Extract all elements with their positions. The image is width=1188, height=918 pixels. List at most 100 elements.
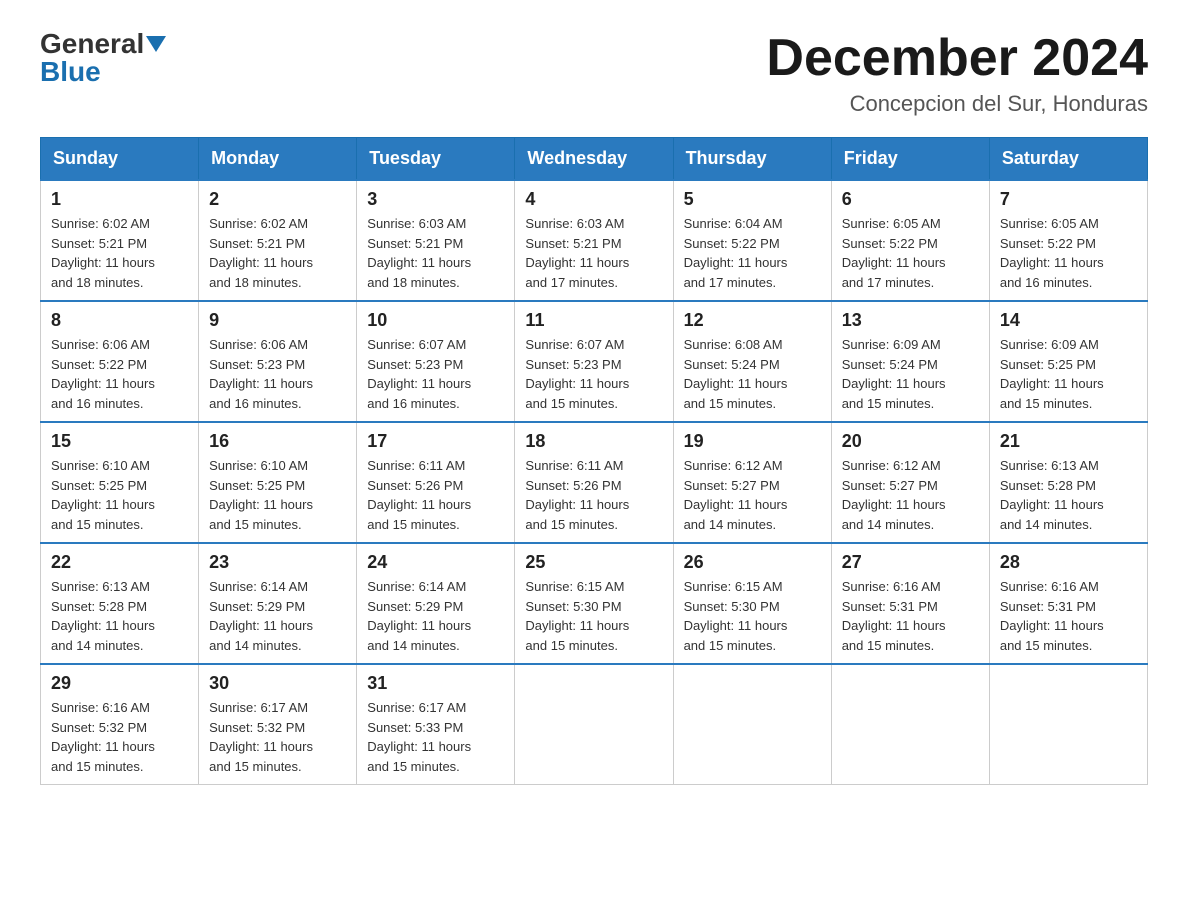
day-number: 30: [209, 673, 346, 694]
calendar-cell: 4 Sunrise: 6:03 AMSunset: 5:21 PMDaylight…: [515, 180, 673, 301]
calendar-cell: 24 Sunrise: 6:14 AMSunset: 5:29 PMDayligh…: [357, 543, 515, 664]
weekday-header-tuesday: Tuesday: [357, 138, 515, 181]
day-number: 18: [525, 431, 662, 452]
day-info: Sunrise: 6:05 AMSunset: 5:22 PMDaylight:…: [842, 214, 979, 292]
day-info: Sunrise: 6:16 AMSunset: 5:31 PMDaylight:…: [842, 577, 979, 655]
calendar-cell: 6 Sunrise: 6:05 AMSunset: 5:22 PMDaylight…: [831, 180, 989, 301]
calendar-cell: 29 Sunrise: 6:16 AMSunset: 5:32 PMDayligh…: [41, 664, 199, 785]
day-number: 29: [51, 673, 188, 694]
calendar-cell: 16 Sunrise: 6:10 AMSunset: 5:25 PMDayligh…: [199, 422, 357, 543]
day-number: 26: [684, 552, 821, 573]
day-info: Sunrise: 6:10 AMSunset: 5:25 PMDaylight:…: [209, 456, 346, 534]
day-info: Sunrise: 6:14 AMSunset: 5:29 PMDaylight:…: [209, 577, 346, 655]
day-number: 20: [842, 431, 979, 452]
day-info: Sunrise: 6:13 AMSunset: 5:28 PMDaylight:…: [51, 577, 188, 655]
day-number: 24: [367, 552, 504, 573]
calendar-cell: 10Sunrise: 6:07 AMSunset: 5:23 PMDayligh…: [357, 301, 515, 422]
calendar-cell: [831, 664, 989, 785]
weekday-header-thursday: Thursday: [673, 138, 831, 181]
calendar-cell: 9Sunrise: 6:06 AMSunset: 5:23 PMDaylight…: [199, 301, 357, 422]
page-header: General Blue December 2024 Concepcion de…: [40, 30, 1148, 117]
day-info: Sunrise: 6:03 AMSunset: 5:21 PMDaylight:…: [525, 214, 662, 292]
day-number: 27: [842, 552, 979, 573]
day-info: Sunrise: 6:14 AMSunset: 5:29 PMDaylight:…: [367, 577, 504, 655]
day-number: 4: [525, 189, 662, 210]
weekday-header-friday: Friday: [831, 138, 989, 181]
calendar-cell: 5 Sunrise: 6:04 AMSunset: 5:22 PMDaylight…: [673, 180, 831, 301]
logo-general: General: [40, 30, 144, 58]
day-number: 10: [367, 310, 504, 331]
weekday-header-row: SundayMondayTuesdayWednesdayThursdayFrid…: [41, 138, 1148, 181]
week-row-3: 15Sunrise: 6:10 AMSunset: 5:25 PMDayligh…: [41, 422, 1148, 543]
day-number: 13: [842, 310, 979, 331]
day-info: Sunrise: 6:10 AMSunset: 5:25 PMDaylight:…: [51, 456, 188, 534]
location-subtitle: Concepcion del Sur, Honduras: [766, 91, 1148, 117]
day-number: 12: [684, 310, 821, 331]
calendar-cell: 11 Sunrise: 6:07 AMSunset: 5:23 PMDayligh…: [515, 301, 673, 422]
calendar-cell: 8 Sunrise: 6:06 AMSunset: 5:22 PMDaylight…: [41, 301, 199, 422]
day-info: Sunrise: 6:12 AMSunset: 5:27 PMDaylight:…: [684, 456, 821, 534]
calendar-cell: [989, 664, 1147, 785]
calendar-table: SundayMondayTuesdayWednesdayThursdayFrid…: [40, 137, 1148, 785]
weekday-header-monday: Monday: [199, 138, 357, 181]
day-number: 19: [684, 431, 821, 452]
calendar-cell: 31 Sunrise: 6:17 AMSunset: 5:33 PMDayligh…: [357, 664, 515, 785]
day-info: Sunrise: 6:02 AMSunset: 5:21 PMDaylight:…: [51, 214, 188, 292]
day-info: Sunrise: 6:04 AMSunset: 5:22 PMDaylight:…: [684, 214, 821, 292]
day-number: 25: [525, 552, 662, 573]
day-info: Sunrise: 6:03 AMSunset: 5:21 PMDaylight:…: [367, 214, 504, 292]
day-info: Sunrise: 6:02 AMSunset: 5:21 PMDaylight:…: [209, 214, 346, 292]
day-info: Sunrise: 6:11 AMSunset: 5:26 PMDaylight:…: [525, 456, 662, 534]
day-number: 1: [51, 189, 188, 210]
day-info: Sunrise: 6:11 AMSunset: 5:26 PMDaylight:…: [367, 456, 504, 534]
day-number: 22: [51, 552, 188, 573]
weekday-header-wednesday: Wednesday: [515, 138, 673, 181]
calendar-cell: 25 Sunrise: 6:15 AMSunset: 5:30 PMDayligh…: [515, 543, 673, 664]
day-number: 3: [367, 189, 504, 210]
logo: General Blue: [40, 30, 166, 86]
calendar-cell: 18 Sunrise: 6:11 AMSunset: 5:26 PMDayligh…: [515, 422, 673, 543]
calendar-cell: 17 Sunrise: 6:11 AMSunset: 5:26 PMDayligh…: [357, 422, 515, 543]
day-number: 9: [209, 310, 346, 331]
calendar-cell: 27 Sunrise: 6:16 AMSunset: 5:31 PMDayligh…: [831, 543, 989, 664]
day-info: Sunrise: 6:17 AMSunset: 5:33 PMDaylight:…: [367, 698, 504, 776]
logo-blue: Blue: [40, 58, 101, 86]
calendar-cell: 7Sunrise: 6:05 AMSunset: 5:22 PMDaylight…: [989, 180, 1147, 301]
day-number: 7: [1000, 189, 1137, 210]
calendar-cell: 12 Sunrise: 6:08 AMSunset: 5:24 PMDayligh…: [673, 301, 831, 422]
calendar-cell: 30Sunrise: 6:17 AMSunset: 5:32 PMDayligh…: [199, 664, 357, 785]
weekday-header-sunday: Sunday: [41, 138, 199, 181]
calendar-cell: 23 Sunrise: 6:14 AMSunset: 5:29 PMDayligh…: [199, 543, 357, 664]
calendar-cell: [515, 664, 673, 785]
logo-triangle-icon: [146, 36, 166, 52]
day-number: 8: [51, 310, 188, 331]
day-number: 28: [1000, 552, 1137, 573]
day-info: Sunrise: 6:09 AMSunset: 5:24 PMDaylight:…: [842, 335, 979, 413]
day-number: 21: [1000, 431, 1137, 452]
calendar-cell: 26Sunrise: 6:15 AMSunset: 5:30 PMDayligh…: [673, 543, 831, 664]
calendar-cell: 14Sunrise: 6:09 AMSunset: 5:25 PMDayligh…: [989, 301, 1147, 422]
calendar-cell: 15Sunrise: 6:10 AMSunset: 5:25 PMDayligh…: [41, 422, 199, 543]
calendar-cell: 2Sunrise: 6:02 AMSunset: 5:21 PMDaylight…: [199, 180, 357, 301]
calendar-cell: [673, 664, 831, 785]
day-number: 11: [525, 310, 662, 331]
day-number: 17: [367, 431, 504, 452]
day-number: 6: [842, 189, 979, 210]
calendar-cell: 21Sunrise: 6:13 AMSunset: 5:28 PMDayligh…: [989, 422, 1147, 543]
day-number: 23: [209, 552, 346, 573]
day-number: 16: [209, 431, 346, 452]
day-info: Sunrise: 6:08 AMSunset: 5:24 PMDaylight:…: [684, 335, 821, 413]
day-info: Sunrise: 6:07 AMSunset: 5:23 PMDaylight:…: [525, 335, 662, 413]
day-info: Sunrise: 6:15 AMSunset: 5:30 PMDaylight:…: [525, 577, 662, 655]
day-info: Sunrise: 6:16 AMSunset: 5:32 PMDaylight:…: [51, 698, 188, 776]
day-number: 31: [367, 673, 504, 694]
day-number: 5: [684, 189, 821, 210]
week-row-1: 1 Sunrise: 6:02 AMSunset: 5:21 PMDaylight…: [41, 180, 1148, 301]
day-info: Sunrise: 6:12 AMSunset: 5:27 PMDaylight:…: [842, 456, 979, 534]
calendar-cell: 20 Sunrise: 6:12 AMSunset: 5:27 PMDayligh…: [831, 422, 989, 543]
day-number: 14: [1000, 310, 1137, 331]
day-info: Sunrise: 6:06 AMSunset: 5:22 PMDaylight:…: [51, 335, 188, 413]
week-row-5: 29 Sunrise: 6:16 AMSunset: 5:32 PMDayligh…: [41, 664, 1148, 785]
calendar-cell: 1 Sunrise: 6:02 AMSunset: 5:21 PMDaylight…: [41, 180, 199, 301]
calendar-cell: 3 Sunrise: 6:03 AMSunset: 5:21 PMDaylight…: [357, 180, 515, 301]
